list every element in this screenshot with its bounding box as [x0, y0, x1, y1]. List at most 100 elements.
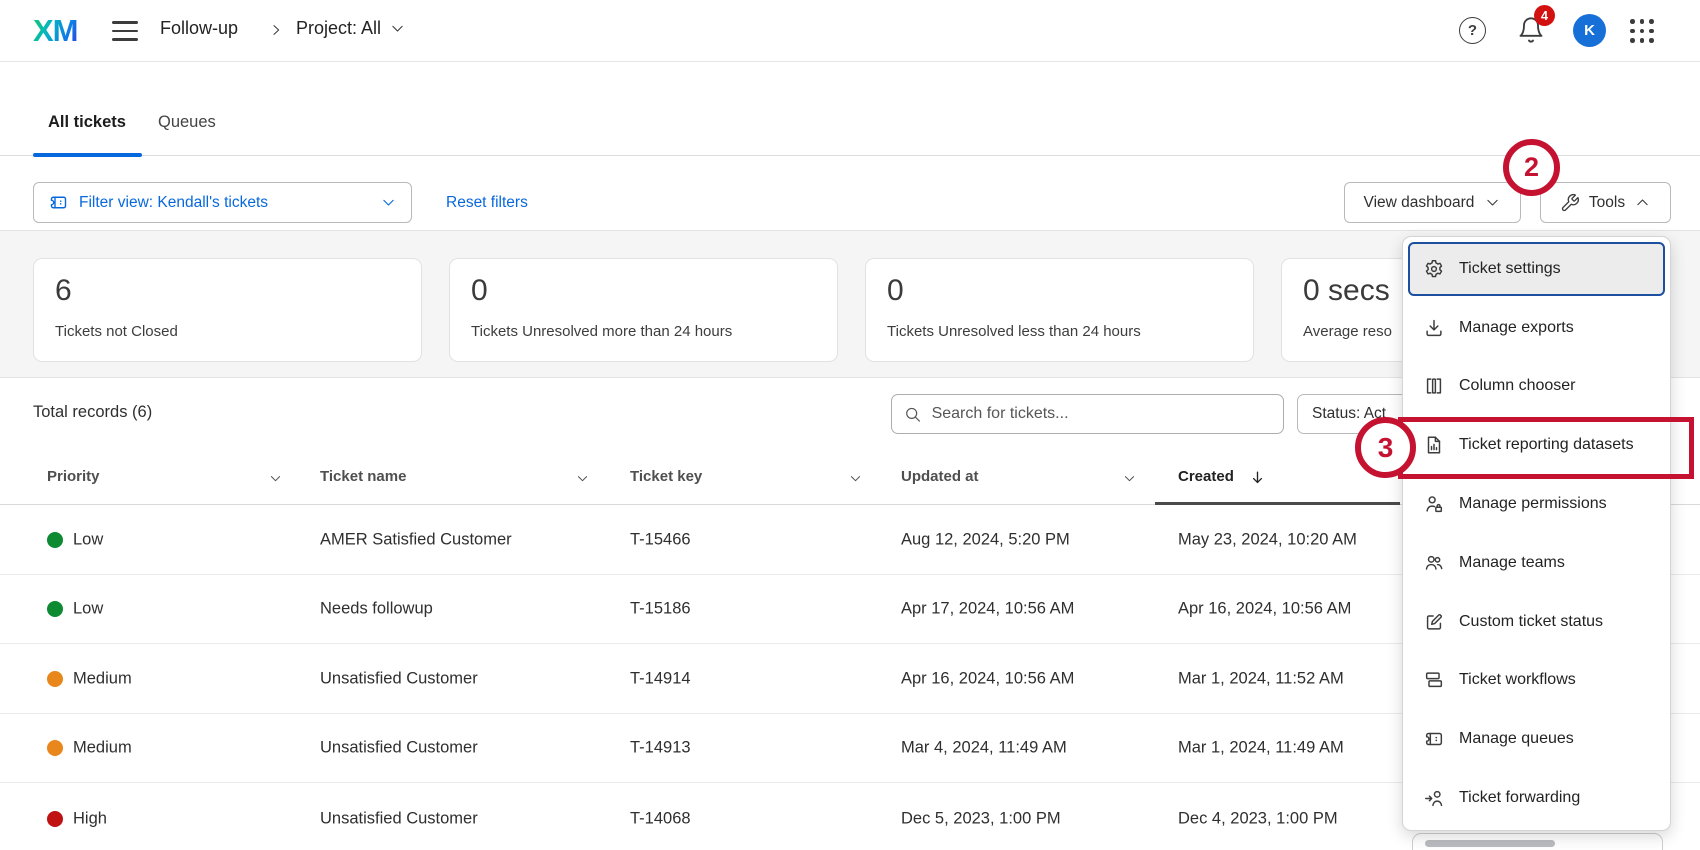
app-window: XM Follow-up Project: All ? 4 K All tick…: [0, 0, 1700, 850]
active-tab-underline: [33, 153, 142, 157]
xm-logo: XM: [33, 13, 78, 49]
sorted-column-underline: [1155, 502, 1400, 505]
top-bar: [0, 0, 1700, 62]
filter-view-dropdown[interactable]: Filter view: Kendall's tickets: [33, 182, 412, 223]
menu-item-label: Manage exports: [1459, 319, 1574, 337]
cell-priority: Medium: [73, 739, 132, 758]
cell-ticket-name: Unsatisfied Customer: [320, 809, 478, 828]
menu-item-label: Custom ticket status: [1459, 613, 1603, 631]
view-dashboard-label: View dashboard: [1364, 194, 1475, 212]
cell-ticket-key: T-14914: [630, 670, 691, 689]
cell-ticket-name: Unsatisfied Customer: [320, 670, 478, 689]
hamburger-menu-icon[interactable]: [112, 21, 138, 41]
stat-card-tickets-not-closed: 6 Tickets not Closed: [33, 258, 422, 362]
columns-icon: [1422, 375, 1446, 397]
menu-item-label: Column chooser: [1459, 377, 1576, 395]
stat-value: 6: [55, 274, 400, 308]
project-scope-dropdown[interactable]: Project: All: [296, 18, 406, 39]
total-records-label: Total records (6): [33, 403, 152, 422]
person-lock-icon: [1422, 493, 1446, 515]
menu-item-column-chooser[interactable]: Column chooser: [1408, 360, 1665, 414]
chevron-down-icon: [389, 20, 406, 37]
cell-updated-at: Apr 17, 2024, 10:56 AM: [901, 600, 1074, 619]
horizontal-scrollbar[interactable]: [1412, 833, 1663, 850]
chevron-down-icon[interactable]: [848, 471, 863, 486]
menu-item-label: Ticket workflows: [1459, 671, 1576, 689]
stacked-cards-icon: [1422, 669, 1446, 691]
tab-strip-divider: [0, 155, 1700, 156]
priority-dot: [47, 671, 63, 687]
search-icon: [904, 405, 922, 424]
menu-item-manage-exports[interactable]: Manage exports: [1408, 301, 1665, 355]
menu-item-label: Ticket settings: [1459, 260, 1561, 278]
column-header-ticket-key[interactable]: Ticket key: [630, 468, 702, 485]
stat-value: 0: [471, 274, 816, 308]
scrollbar-thumb[interactable]: [1425, 840, 1555, 847]
search-input[interactable]: [932, 405, 1271, 423]
people-icon: [1422, 552, 1446, 574]
column-header-priority[interactable]: Priority: [47, 468, 100, 485]
menu-item-ticket-settings[interactable]: Ticket settings: [1408, 242, 1665, 296]
avatar[interactable]: K: [1573, 14, 1606, 47]
annotation-step-2: 2: [1503, 139, 1560, 196]
edit-icon: [1422, 611, 1446, 633]
menu-item-label: Manage queues: [1459, 730, 1574, 748]
cell-ticket-key: T-15466: [630, 531, 691, 550]
chevron-up-icon: [1634, 194, 1651, 211]
chevron-down-icon[interactable]: [575, 471, 590, 486]
column-header-created[interactable]: Created: [1178, 468, 1234, 485]
notifications-badge: 4: [1534, 5, 1555, 26]
help-button[interactable]: ?: [1459, 17, 1486, 44]
cell-updated-at: Aug 12, 2024, 5:20 PM: [901, 531, 1070, 550]
project-scope-label: Project: All: [296, 18, 381, 39]
cell-ticket-key: T-14913: [630, 739, 691, 758]
stat-card-unresolved-less-24h: 0 Tickets Unresolved less than 24 hours: [865, 258, 1254, 362]
chevron-down-icon: [380, 194, 397, 211]
tools-label: Tools: [1589, 194, 1625, 212]
stat-card-unresolved-more-24h: 0 Tickets Unresolved more than 24 hours: [449, 258, 838, 362]
priority-dot: [47, 532, 63, 548]
tools-button[interactable]: Tools: [1540, 182, 1671, 223]
menu-item-manage-permissions[interactable]: Manage permissions: [1408, 477, 1665, 531]
ticket-search[interactable]: [891, 394, 1284, 434]
cell-ticket-name: AMER Satisfied Customer: [320, 531, 512, 550]
ticket-icon: [48, 192, 69, 213]
column-header-updated-at[interactable]: Updated at: [901, 468, 979, 485]
cell-ticket-name: Needs followup: [320, 600, 433, 619]
chevron-down-icon[interactable]: [268, 471, 283, 486]
cell-updated-at: Apr 16, 2024, 10:56 AM: [901, 670, 1074, 689]
tab-all-tickets[interactable]: All tickets: [48, 113, 126, 132]
menu-item-manage-teams[interactable]: Manage teams: [1408, 536, 1665, 590]
menu-item-ticket-forwarding[interactable]: Ticket forwarding: [1408, 771, 1665, 825]
chevron-down-icon[interactable]: [1122, 471, 1137, 486]
apps-grid-icon[interactable]: [1628, 17, 1656, 45]
tab-queues[interactable]: Queues: [158, 113, 216, 132]
column-header-ticket-name[interactable]: Ticket name: [320, 468, 406, 485]
cell-priority: Medium: [73, 670, 132, 689]
stat-value: 0: [887, 274, 1232, 308]
tools-menu: Ticket settings Manage exports Column ch…: [1402, 236, 1671, 831]
cell-created: Mar 1, 2024, 11:52 AM: [1178, 670, 1344, 689]
cell-priority: High: [73, 809, 107, 828]
menu-item-label: Manage teams: [1459, 554, 1565, 572]
breadcrumb-project-name[interactable]: Follow-up: [160, 18, 238, 39]
chevron-right-icon: [268, 22, 284, 38]
gear-icon: [1422, 258, 1446, 280]
menu-item-manage-queues[interactable]: Manage queues: [1408, 712, 1665, 766]
cell-created: May 23, 2024, 10:20 AM: [1178, 531, 1357, 550]
cell-updated-at: Mar 4, 2024, 11:49 AM: [901, 739, 1067, 758]
view-dashboard-button[interactable]: View dashboard: [1344, 182, 1521, 223]
cell-created: Apr 16, 2024, 10:56 AM: [1178, 600, 1351, 619]
priority-dot: [47, 601, 63, 617]
cell-ticket-key: T-14068: [630, 809, 691, 828]
menu-item-ticket-workflows[interactable]: Ticket workflows: [1408, 654, 1665, 708]
cell-created: Mar 1, 2024, 11:49 AM: [1178, 739, 1344, 758]
stat-label: Tickets Unresolved less than 24 hours: [887, 323, 1232, 340]
menu-item-custom-ticket-status[interactable]: Custom ticket status: [1408, 595, 1665, 649]
annotation-step-3: 3: [1355, 417, 1416, 478]
cell-ticket-name: Unsatisfied Customer: [320, 739, 478, 758]
chevron-down-icon: [1484, 194, 1501, 211]
sort-descending-arrow-icon[interactable]: [1249, 469, 1266, 486]
reset-filters-link[interactable]: Reset filters: [446, 194, 528, 212]
priority-dot: [47, 811, 63, 827]
